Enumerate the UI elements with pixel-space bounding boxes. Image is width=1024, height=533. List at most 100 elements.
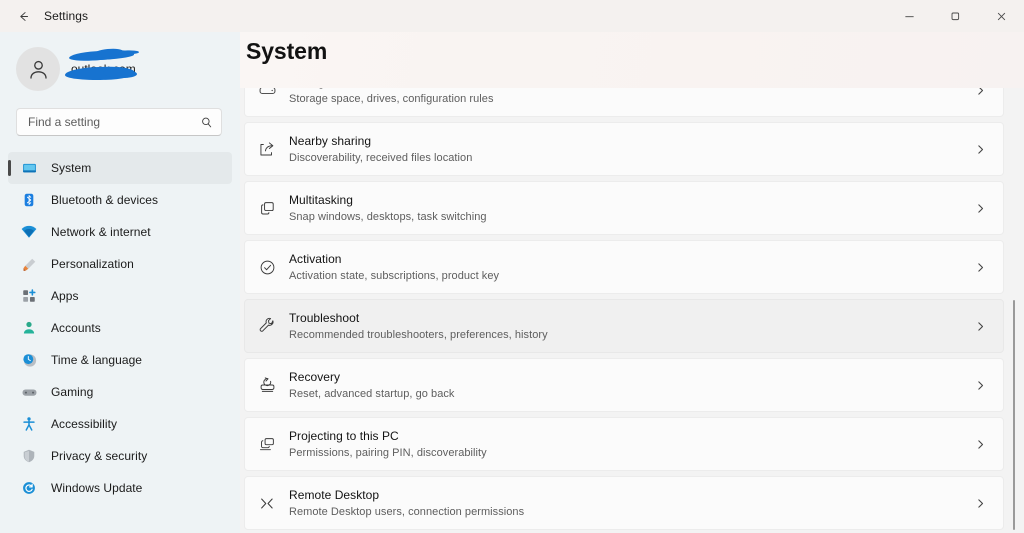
shield-icon <box>20 447 38 465</box>
header-backdrop <box>240 32 1024 88</box>
chevron-right-icon <box>969 380 991 391</box>
multitasking-windows-icon <box>245 182 289 234</box>
bluetooth-icon <box>20 191 38 209</box>
sidebar-item-accessibility[interactable]: Accessibility <box>8 408 232 440</box>
check-circle-icon <box>245 241 289 293</box>
page-title: System <box>246 38 328 64</box>
search-input[interactable] <box>28 115 200 129</box>
apps-grid-icon <box>20 287 38 305</box>
settings-row-title: Remote Desktop <box>289 487 380 502</box>
sidebar-item-accounts[interactable]: Accounts <box>8 312 232 344</box>
close-icon <box>996 11 1007 22</box>
settings-row-title: Nearby sharing <box>289 133 372 148</box>
redaction-mark-name <box>68 49 132 62</box>
window-body: outlook.com Find a setting System Blueto… <box>0 32 1024 533</box>
minimize-icon <box>904 11 915 22</box>
redaction-mark-name-2 <box>92 47 124 59</box>
sidebar-item-label: Apps <box>51 289 79 303</box>
sidebar-item-apps[interactable]: Apps <box>8 280 232 312</box>
settings-list: Storage Storage space, drives, configura… <box>244 80 1004 530</box>
back-arrow-icon <box>17 10 30 23</box>
scrollbar-thumb[interactable] <box>1013 300 1015 530</box>
chevron-right-icon <box>969 439 991 450</box>
account-email: outlook.com <box>71 61 136 76</box>
settings-row-subtitle: Reset, advanced startup, go back <box>289 387 455 400</box>
sidebar-item-label: Accessibility <box>51 417 117 431</box>
settings-row-text: Remote Desktop Remote Desktop users, con… <box>289 488 969 519</box>
chevron-right-icon <box>969 262 991 273</box>
wrench-icon <box>245 300 289 352</box>
settings-row-troubleshoot[interactable]: Troubleshoot Recommended troubleshooters… <box>244 299 1004 353</box>
settings-row-activation[interactable]: Activation Activation state, subscriptio… <box>244 240 1004 294</box>
sidebar-item-network-internet[interactable]: Network & internet <box>8 216 232 248</box>
sidebar-item-label: Bluetooth & devices <box>51 193 159 207</box>
sidebar-item-system[interactable]: System <box>8 152 232 184</box>
settings-row-text: Troubleshoot Recommended troubleshooters… <box>289 311 969 342</box>
accessibility-person-icon <box>20 415 38 433</box>
account-person-icon <box>20 319 38 337</box>
settings-scroll-view[interactable]: Storage Storage space, drives, configura… <box>240 80 1024 533</box>
account-text: outlook.com <box>64 47 138 88</box>
settings-row-title: Multitasking <box>289 192 353 207</box>
remote-desktop-icon <box>245 477 289 529</box>
settings-row-multitasking[interactable]: Multitasking Snap windows, desktops, tas… <box>244 181 1004 235</box>
settings-window: Settings outlook.com Find a setting Syst… <box>0 0 1024 533</box>
settings-row-recovery[interactable]: Recovery Reset, advanced startup, go bac… <box>244 358 1004 412</box>
chevron-right-icon <box>969 144 991 155</box>
settings-row-title: Activation <box>289 251 342 266</box>
settings-row-title: Recovery <box>289 369 341 384</box>
settings-row-text: Activation Activation state, subscriptio… <box>289 252 969 283</box>
close-button[interactable] <box>978 0 1024 32</box>
settings-row-subtitle: Recommended troubleshooters, preferences… <box>289 328 548 341</box>
paintbrush-icon <box>20 255 38 273</box>
vertical-scrollbar[interactable] <box>1009 80 1019 533</box>
sidebar: outlook.com Find a setting System Blueto… <box>0 32 240 533</box>
monitor-icon <box>20 159 38 177</box>
settings-row-subtitle: Permissions, pairing PIN, discoverabilit… <box>289 446 487 459</box>
sidebar-item-label: Privacy & security <box>51 449 148 463</box>
sidebar-item-label: Personalization <box>51 257 134 271</box>
back-button[interactable] <box>6 3 40 29</box>
settings-row-projecting-to-this-pc[interactable]: Projecting to this PC Permissions, pairi… <box>244 417 1004 471</box>
settings-row-title: Projecting to this PC <box>289 428 399 443</box>
gamepad-icon <box>20 383 38 401</box>
sidebar-item-label: Network & internet <box>51 225 151 239</box>
sidebar-item-time-language[interactable]: Time & language <box>8 344 232 376</box>
chevron-right-icon <box>969 203 991 214</box>
sidebar-item-privacy-security[interactable]: Privacy & security <box>8 440 232 472</box>
restore-icon <box>950 11 961 22</box>
content-area: System Storage Storage space, drives, co <box>240 32 1024 533</box>
wifi-icon <box>20 223 38 241</box>
settings-row-subtitle: Remote Desktop users, connection permiss… <box>289 505 525 518</box>
maximize-button[interactable] <box>932 0 978 32</box>
sidebar-item-personalization[interactable]: Personalization <box>8 248 232 280</box>
settings-row-remote-desktop[interactable]: Remote Desktop Remote Desktop users, con… <box>244 476 1004 530</box>
avatar <box>16 47 60 91</box>
projecting-screens-icon <box>245 418 289 470</box>
settings-row-subtitle: Discoverability, received files location <box>289 151 473 164</box>
sidebar-item-label: Accounts <box>51 321 101 335</box>
account-section[interactable]: outlook.com <box>0 32 240 104</box>
update-refresh-icon <box>20 479 38 497</box>
settings-row-text: Recovery Reset, advanced startup, go bac… <box>289 370 969 401</box>
sidebar-item-label: Time & language <box>51 353 143 367</box>
chevron-right-icon <box>969 321 991 332</box>
sidebar-item-bluetooth-devices[interactable]: Bluetooth & devices <box>8 184 232 216</box>
search-section <box>0 104 240 136</box>
sidebar-item-windows-update[interactable]: Windows Update <box>8 472 232 504</box>
settings-row-subtitle: Storage space, drives, configuration rul… <box>289 92 494 105</box>
share-icon <box>245 123 289 175</box>
settings-row-subtitle: Snap windows, desktops, task switching <box>289 210 487 223</box>
settings-row-nearby-sharing[interactable]: Nearby sharing Discoverability, received… <box>244 122 1004 176</box>
recovery-reset-icon <box>245 359 289 411</box>
settings-row-subtitle: Activation state, subscriptions, product… <box>289 269 500 282</box>
settings-row-text: Projecting to this PC Permissions, pairi… <box>289 429 969 460</box>
search-box[interactable] <box>16 108 222 136</box>
sidebar-item-gaming[interactable]: Gaming <box>8 376 232 408</box>
clock-globe-icon <box>20 351 38 369</box>
settings-row-title: Troubleshoot <box>289 310 360 325</box>
settings-row-text: Nearby sharing Discoverability, received… <box>289 134 969 165</box>
minimize-button[interactable] <box>886 0 932 32</box>
selection-indicator <box>8 160 11 176</box>
window-title: Settings <box>44 9 89 23</box>
